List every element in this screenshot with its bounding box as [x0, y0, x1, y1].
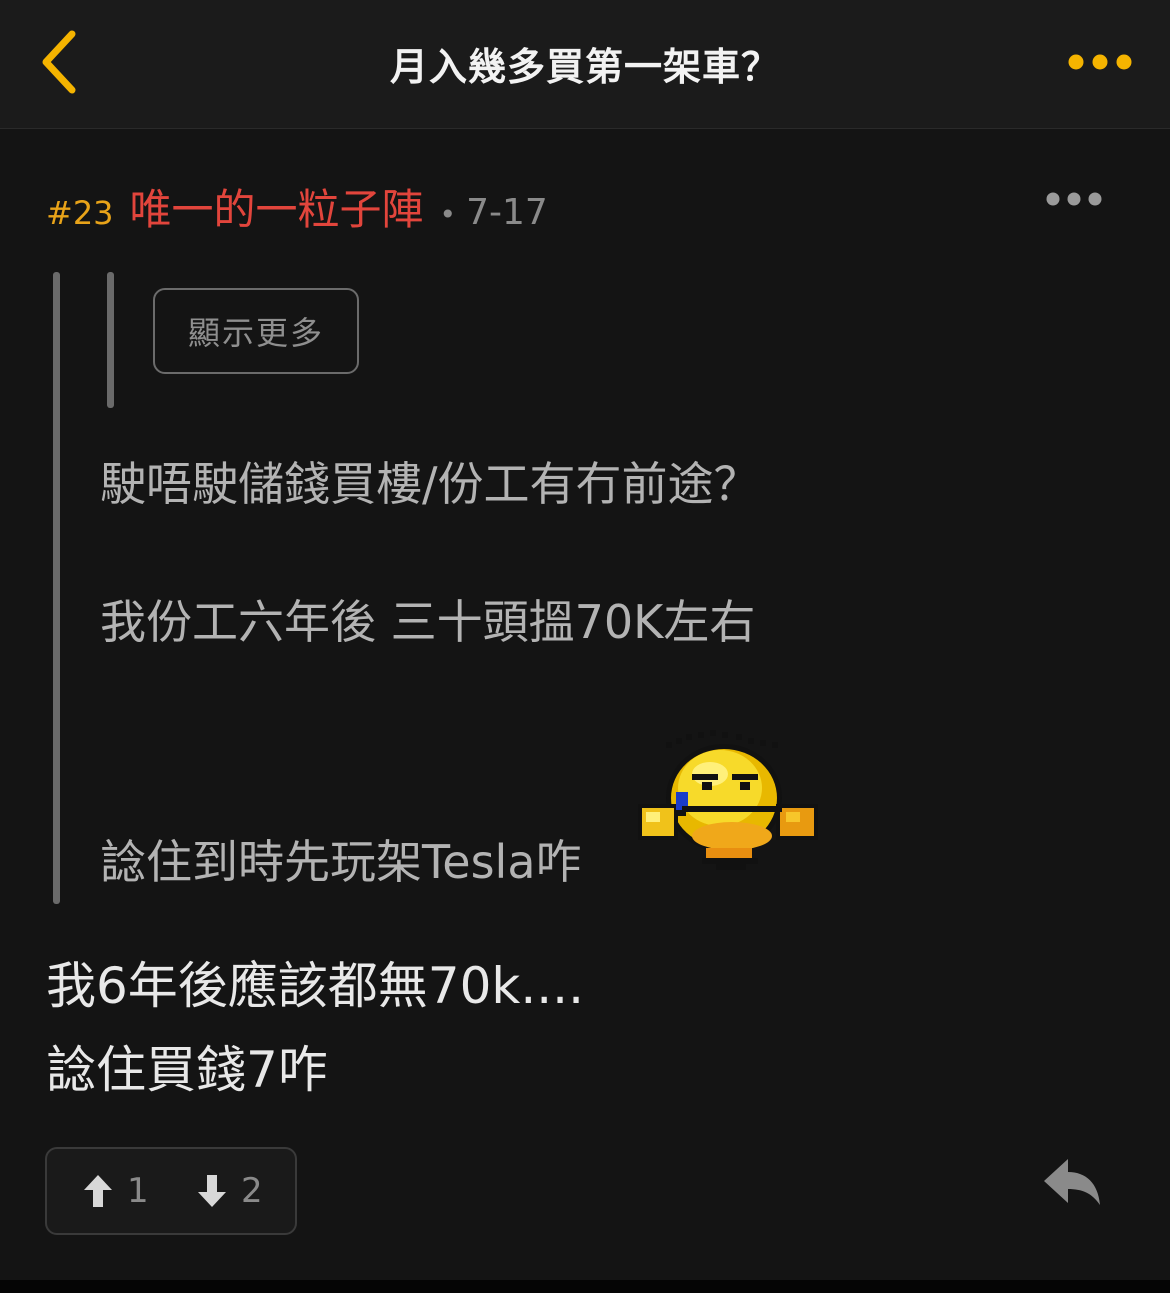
thread-page: 月入幾多買第一架車？ #23 唯一的一粒子陣 • 7-17 顯示更多 駛唔駛儲錢…	[0, 0, 1170, 1293]
post-body-line-1: 我6年後應該都無70k....	[46, 957, 584, 1015]
arrow-up-icon	[84, 1175, 112, 1207]
header-more-button[interactable]	[1060, 40, 1140, 84]
crying-smiley-sticker	[638, 730, 818, 870]
reply-button[interactable]	[1040, 1155, 1104, 1215]
post-meta: #23 唯一的一粒子陣 • 7-17	[46, 176, 548, 234]
post-body-line-2: 諗住買錢7咋	[46, 1041, 328, 1099]
show-more-button[interactable]: 顯示更多	[153, 288, 359, 374]
arrow-down-icon	[198, 1175, 226, 1207]
page-title: 月入幾多買第一架車？	[389, 45, 780, 89]
quote-bar	[53, 272, 60, 904]
reply-icon	[1044, 1159, 1100, 1205]
downvote-count: 2	[241, 1171, 263, 1211]
more-dots-icon	[1046, 192, 1102, 206]
nested-quote-bar	[107, 272, 114, 408]
meta-separator: •	[439, 198, 457, 231]
post-number: #23	[46, 194, 114, 232]
vote-box: 1 2	[45, 1147, 297, 1235]
quote-line-2: 我份工六年後 三十頭搵70K左右	[100, 595, 756, 649]
quote-line-1: 駛唔駛儲錢買樓/份工有冇前途？	[100, 457, 760, 511]
quote-line-3: 諗住到時先玩架Tesla咋	[100, 835, 582, 889]
post-date: 7-17	[466, 192, 548, 233]
author-name[interactable]: 唯一的一粒子陣	[130, 176, 424, 237]
back-button[interactable]	[30, 22, 90, 102]
upvote-count: 1	[127, 1171, 149, 1211]
downvote-button[interactable]: 2	[197, 1149, 263, 1233]
upvote-button[interactable]: 1	[83, 1149, 149, 1233]
bottom-edge	[0, 1280, 1170, 1293]
more-dots-icon	[1068, 54, 1132, 70]
post-more-button[interactable]	[1040, 184, 1110, 214]
chevron-left-icon	[42, 30, 76, 94]
top-bar: 月入幾多買第一架車？	[0, 0, 1170, 129]
